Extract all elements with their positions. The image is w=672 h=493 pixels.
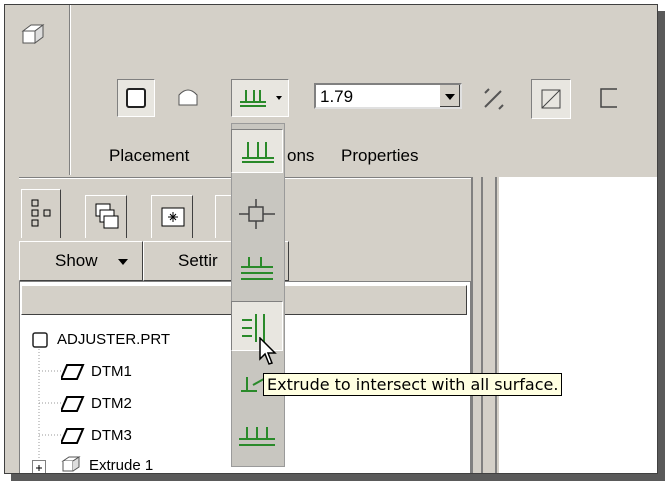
solid-button[interactable] [117, 79, 155, 117]
datum-plane-icon [59, 427, 85, 445]
tree-item-dtm3[interactable]: DTM3 [91, 427, 132, 444]
tooltip: Extrude to intersect with all surface. [263, 373, 563, 396]
tab-folder-browser[interactable] [151, 195, 193, 238]
datum-plane-icon [59, 395, 85, 413]
mouse-cursor-icon [259, 336, 279, 367]
tab-options[interactable]: ons [287, 146, 314, 166]
tree-item-extrude1[interactable]: Extrude 1 [89, 457, 153, 473]
pane-splitter[interactable] [471, 177, 497, 473]
remove-material-button[interactable] [531, 79, 571, 119]
tree-item-adjuster[interactable]: ADJUSTER.PRT [57, 331, 170, 348]
extrude-feature-icon [19, 19, 47, 47]
show-button[interactable]: Show [19, 241, 143, 281]
graphics-area[interactable] [499, 177, 657, 473]
blind-depth-option[interactable] [231, 129, 283, 173]
symmetric-depth-option[interactable] [231, 189, 283, 239]
tree-item-dtm1[interactable]: DTM1 [91, 363, 132, 380]
tab-placement[interactable]: Placement [109, 146, 189, 166]
depth-value-combo[interactable]: 1.79 [314, 83, 462, 109]
depth-option-button[interactable] [231, 79, 289, 117]
combo-arrow-icon[interactable] [439, 85, 460, 107]
tree-item-dtm2[interactable]: DTM2 [91, 395, 132, 412]
depth-value[interactable]: 1.79 [320, 87, 353, 107]
surface-button[interactable] [173, 83, 203, 113]
dashboard-separator [69, 5, 71, 175]
tab-layers[interactable] [85, 195, 127, 238]
extrude-feature-icon [61, 453, 83, 473]
datum-plane-icon [59, 363, 85, 381]
through-next-option[interactable] [231, 243, 283, 293]
tab-properties[interactable]: Properties [341, 146, 418, 166]
to-surface-option[interactable] [231, 413, 283, 463]
application-window: 1.79 Placement ons Properties Show Setti… [4, 4, 658, 474]
tab-model-tree[interactable] [21, 189, 61, 238]
part-icon [31, 331, 49, 349]
flip-direction-icon[interactable] [479, 85, 509, 113]
show-dropdown-icon [118, 259, 128, 265]
thicken-sketch-icon[interactable] [593, 83, 623, 113]
expand-icon[interactable] [32, 460, 46, 473]
